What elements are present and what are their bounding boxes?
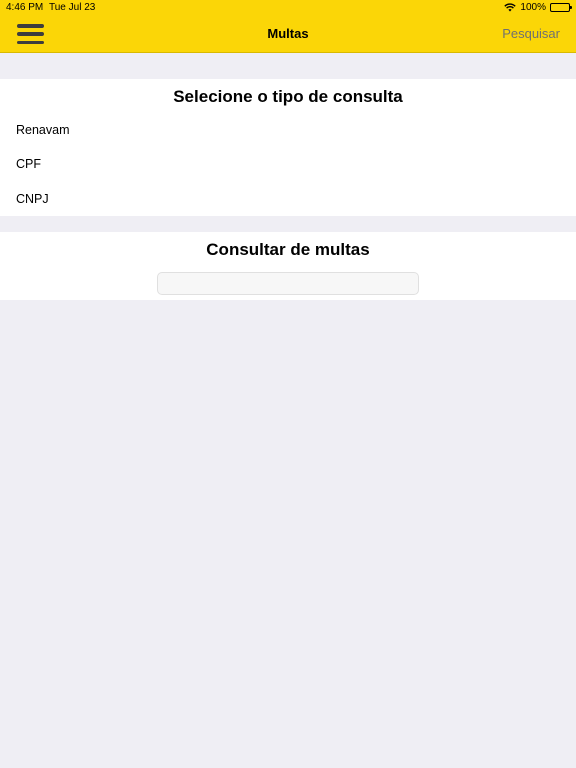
option-cnpj[interactable]: CNPJ [16,192,49,206]
page-title: Multas [267,26,309,41]
battery-icon [550,3,572,12]
status-time: 4:46 PM [6,2,44,13]
search-input[interactable] [157,272,419,295]
option-cpf[interactable]: CPF [16,157,41,171]
search-section: Consultar de multas [0,232,576,300]
search-button[interactable]: Pesquisar [502,26,560,41]
option-renavam[interactable]: Renavam [16,123,70,137]
status-bar: 4:46 PM Tue Jul 23 100% [0,0,576,15]
status-right: 100% [504,2,572,13]
wifi-icon [504,3,517,12]
status-date: Tue Jul 23 [49,2,96,13]
query-type-title: Selecione o tipo de consulta [173,87,403,106]
query-type-section: Selecione o tipo de consulta Renavam CPF… [0,79,576,216]
battery-percent: 100% [520,2,546,13]
nav-bar: 4:46 PM Tue Jul 23 100% Multas Pesquisar [0,0,576,53]
search-title: Consultar de multas [206,240,370,259]
